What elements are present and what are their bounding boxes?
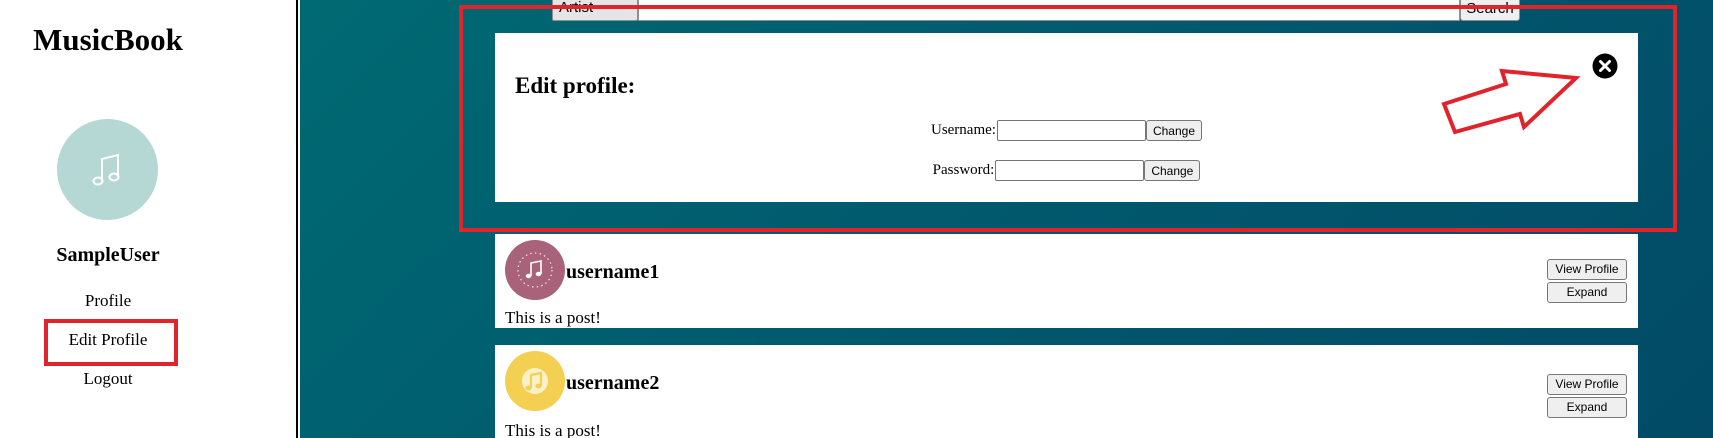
music-note-icon — [522, 368, 548, 394]
sidebar: MusicBook SampleUser Profile Edit Profil… — [0, 0, 298, 438]
nav-logout-link[interactable]: Logout — [0, 369, 216, 389]
search-filter-select[interactable]: Artist — [552, 0, 638, 21]
edit-profile-highlight-box — [44, 319, 178, 366]
change-username-button[interactable]: Change — [1145, 120, 1203, 141]
expand-button[interactable]: Expand — [1547, 282, 1627, 303]
post-text: This is a post! — [505, 308, 601, 327]
app-title: MusicBook — [33, 22, 183, 57]
view-profile-button[interactable]: View Profile — [1547, 374, 1627, 395]
post-avatar — [505, 240, 565, 300]
search-button[interactable]: Search — [1460, 0, 1520, 21]
password-row: Password: Change — [495, 160, 1638, 181]
password-label: Password: — [932, 162, 995, 178]
username-row: Username: Change — [495, 120, 1638, 141]
post-username[interactable]: username2 — [566, 372, 659, 395]
post-username[interactable]: username1 — [566, 261, 659, 284]
view-profile-button[interactable]: View Profile — [1547, 259, 1627, 280]
nav-profile-link[interactable]: Profile — [0, 291, 216, 311]
sidebar-username: SampleUser — [56, 244, 160, 266]
username-input[interactable] — [996, 120, 1146, 141]
edit-profile-modal: Edit profile: Username: Change Password:… — [495, 33, 1638, 202]
user-avatar — [57, 119, 158, 220]
expand-button[interactable]: Expand — [1547, 397, 1627, 418]
music-note-icon — [92, 153, 119, 185]
modal-title: Edit profile: — [515, 73, 636, 98]
music-note-icon — [517, 252, 553, 288]
close-circle-icon[interactable] — [1592, 53, 1618, 79]
password-input[interactable] — [995, 160, 1145, 181]
username-label: Username: — [930, 122, 996, 138]
post-card: username2 This is a post! View Profile E… — [495, 345, 1638, 438]
post-avatar — [505, 351, 565, 411]
post-text: This is a post! — [505, 421, 601, 438]
change-password-button[interactable]: Change — [1144, 160, 1201, 181]
search-input[interactable] — [638, 0, 1460, 21]
post-card: username1 This is a post! View Profile E… — [495, 234, 1638, 328]
